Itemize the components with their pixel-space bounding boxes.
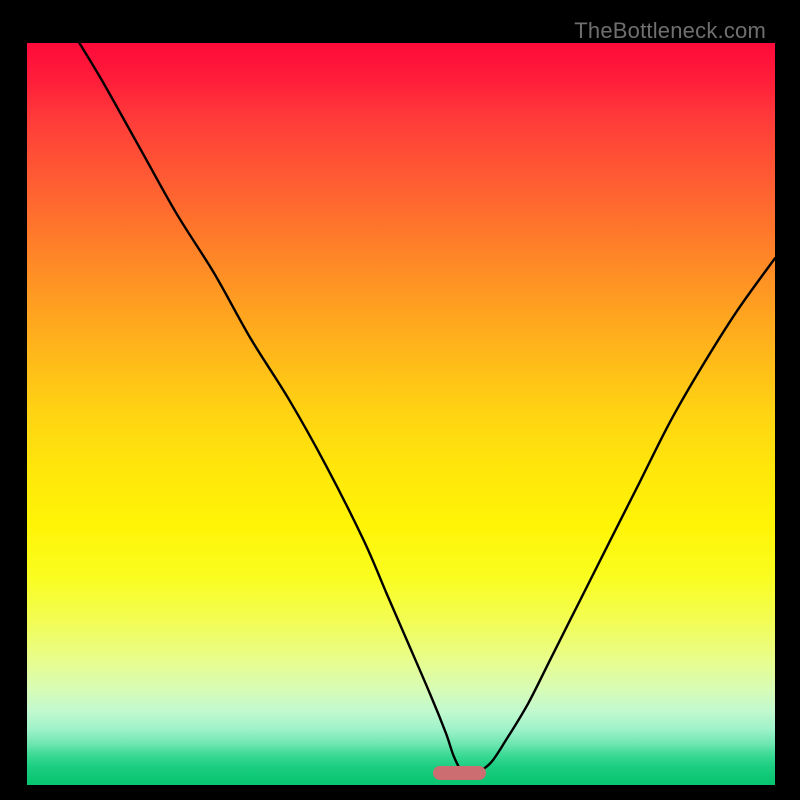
- gradient-background: [27, 43, 775, 785]
- chart-frame: TheBottleneck.com: [12, 12, 788, 788]
- optimal-marker: [433, 766, 486, 780]
- plot-area: [27, 43, 775, 785]
- watermark-text: TheBottleneck.com: [574, 18, 766, 44]
